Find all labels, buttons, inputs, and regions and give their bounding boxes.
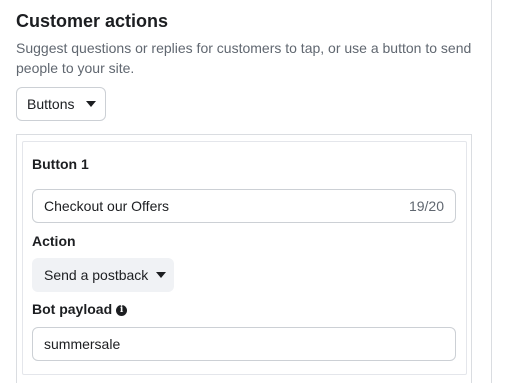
bot-payload-value: summersale <box>44 336 121 352</box>
char-counter: 19/20 <box>408 198 444 214</box>
button-heading: Button 1 <box>32 156 89 172</box>
panel-divider <box>491 0 492 383</box>
info-icon[interactable]: i <box>116 305 128 316</box>
action-select-dropdown[interactable]: Send a postback <box>32 258 174 292</box>
action-selected-label: Send a postback <box>44 267 149 283</box>
button-text-input[interactable]: Checkout our Offers 19/20 <box>32 189 456 223</box>
chevron-down-icon <box>156 272 167 278</box>
dropdown-selected-label: Buttons <box>27 96 75 112</box>
bot-payload-label-row: Bot payload i <box>32 300 128 318</box>
action-label: Action <box>32 233 76 249</box>
bot-payload-label: Bot payload <box>32 301 113 317</box>
section-title: Customer actions <box>16 11 169 31</box>
chevron-down-icon <box>86 101 97 107</box>
section-description: Suggest questions or replies for custome… <box>16 40 472 76</box>
bot-payload-input[interactable]: summersale <box>32 327 456 361</box>
customer-action-type-dropdown[interactable]: Buttons <box>16 87 106 121</box>
button-text-value: Checkout our Offers <box>44 198 170 214</box>
